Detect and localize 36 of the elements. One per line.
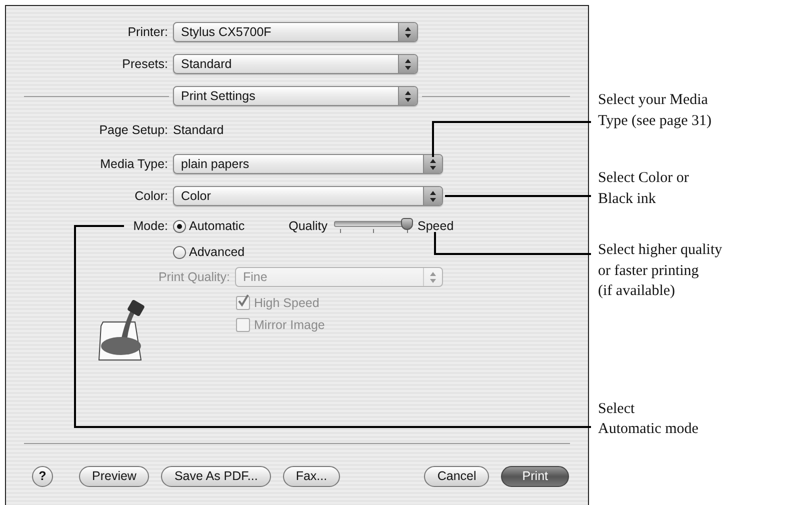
quality-slider[interactable] <box>334 218 412 234</box>
up-down-arrows-icon <box>430 272 436 282</box>
field-label: Presets: <box>121 57 168 71</box>
popup-menu[interactable]: Standard <box>173 54 418 74</box>
popup-menu[interactable]: Stylus CX5700F <box>173 22 418 42</box>
callout-text: Select your Media Type (see page 31) <box>598 91 712 130</box>
dialog-button[interactable]: Save As PDF... <box>161 466 271 486</box>
radio-button[interactable]: Advanced <box>173 245 245 259</box>
callout-text: Select Color or Black ink <box>598 169 690 208</box>
field-label: Print Quality: <box>157 270 230 284</box>
checkmark-icon <box>237 294 249 308</box>
callout-text: Select higher quality or faster printing (if available) <box>598 241 722 301</box>
up-down-arrows-icon <box>405 58 411 70</box>
up-down-arrows-icon <box>405 26 411 38</box>
dialog-button[interactable]: Fax... <box>282 466 340 486</box>
field-label: Page Setup: <box>98 123 168 137</box>
radio-button[interactable]: Automatic <box>173 219 245 233</box>
dialog-button[interactable]: Print <box>501 466 569 486</box>
up-down-arrows-icon <box>430 158 436 170</box>
help-button[interactable]: ? <box>32 466 53 486</box>
dialog-button[interactable]: Preview <box>79 466 150 486</box>
callout-text: Select Automatic mode <box>598 400 700 439</box>
slider-label: Quality <box>288 219 328 233</box>
field-label: Mode: <box>132 219 168 233</box>
up-down-arrows-icon <box>405 90 411 102</box>
dialog-button[interactable]: Cancel <box>424 466 490 486</box>
popup-menu[interactable]: Color <box>173 186 443 206</box>
field-value: Standard <box>173 123 224 137</box>
up-down-arrows-icon <box>430 190 436 202</box>
field-label: Color: <box>134 189 168 203</box>
slider-thumb[interactable] <box>400 218 412 230</box>
slider-label: Speed <box>418 219 454 233</box>
field-label: Media Type: <box>99 157 168 171</box>
panel-popup-menu[interactable]: Print Settings <box>173 86 418 106</box>
field-label: Printer: <box>126 25 168 39</box>
popup-menu[interactable]: plain papers <box>173 154 443 174</box>
